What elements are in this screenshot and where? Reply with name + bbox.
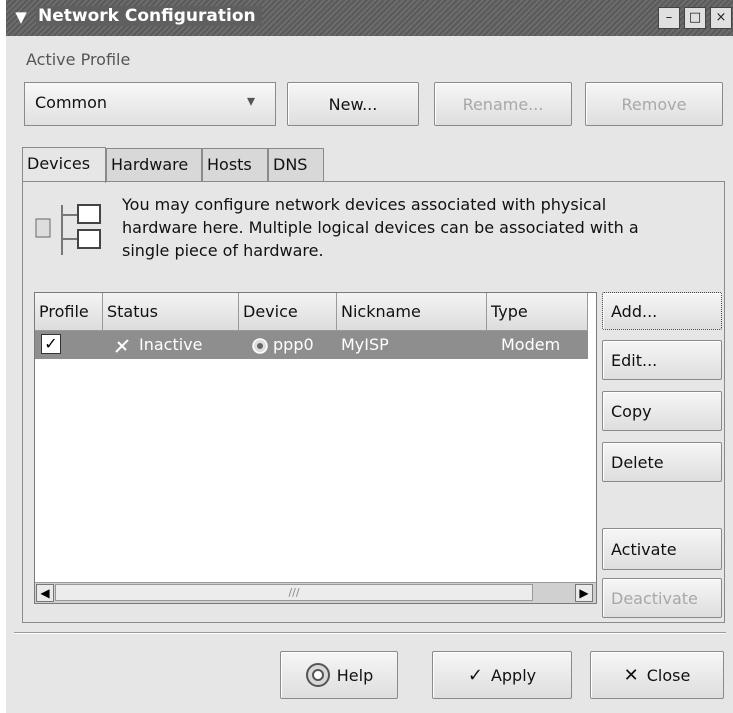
- window-menu-icon[interactable]: ▼: [10, 8, 32, 28]
- modem-icon: [252, 338, 268, 354]
- tab-dns[interactable]: DNS: [268, 148, 324, 182]
- add-device-button[interactable]: Add...: [602, 292, 722, 330]
- apply-button[interactable]: ✓ Apply: [432, 651, 572, 699]
- devices-info-text: You may configure network devices associ…: [122, 195, 639, 260]
- checkmark-icon: ✓: [467, 664, 483, 686]
- help-button-label: Help: [336, 665, 374, 685]
- activate-device-button[interactable]: Activate: [602, 528, 722, 570]
- chevron-down-icon: ▾: [247, 91, 256, 110]
- profile-select-value: Common: [35, 93, 108, 112]
- scroll-thumb[interactable]: ///: [55, 584, 533, 601]
- window-title: Network Configuration: [36, 6, 262, 26]
- close-icon: ✕: [623, 664, 639, 686]
- new-profile-button[interactable]: New...: [287, 82, 419, 126]
- device-status: Inactive: [139, 335, 203, 354]
- inactive-status-icon: [115, 339, 129, 353]
- close-window-button[interactable]: ×: [710, 7, 732, 29]
- profile-select[interactable]: Common ▾: [24, 82, 276, 126]
- delete-device-button[interactable]: Delete: [602, 442, 722, 482]
- deactivate-device-button[interactable]: Deactivate: [602, 578, 722, 618]
- profile-checkbox[interactable]: ✓: [41, 334, 61, 354]
- edit-device-button[interactable]: Edit...: [602, 340, 722, 380]
- close-button[interactable]: ✕ Close: [590, 651, 724, 699]
- column-header-nickname[interactable]: Nickname: [337, 293, 487, 331]
- footer-divider: [14, 632, 726, 634]
- network-hardware-icon: [35, 204, 101, 255]
- help-button[interactable]: Help: [280, 651, 398, 699]
- active-profile-label: Active Profile: [26, 50, 131, 69]
- tab-hardware[interactable]: Hardware: [106, 148, 202, 182]
- horizontal-scrollbar[interactable]: ◀ /// ▶: [35, 582, 596, 603]
- title-bar[interactable]: ▼ Network Configuration – □ ×: [6, 0, 733, 36]
- column-header-profile[interactable]: Profile: [35, 293, 103, 331]
- device-name: ppp0: [273, 335, 314, 354]
- scroll-left-icon[interactable]: ◀: [36, 584, 54, 602]
- maximize-button[interactable]: □: [684, 7, 706, 29]
- column-header-type[interactable]: Type: [487, 293, 588, 331]
- tab-devices[interactable]: Devices: [22, 147, 106, 183]
- device-type: Modem: [501, 335, 561, 354]
- column-header-status[interactable]: Status: [103, 293, 239, 331]
- scroll-right-icon[interactable]: ▶: [575, 584, 593, 602]
- column-header-device[interactable]: Device: [239, 293, 337, 331]
- apply-button-label: Apply: [490, 665, 537, 685]
- copy-device-button[interactable]: Copy: [602, 391, 722, 431]
- network-configuration-window: ▼ Network Configuration – □ × Active Pro…: [6, 0, 733, 713]
- tab-hosts[interactable]: Hosts: [202, 148, 268, 182]
- table-row[interactable]: ✓ Inactive ppp0 MyISP Modem: [35, 331, 588, 359]
- device-nickname: MyISP: [341, 335, 389, 354]
- device-list[interactable]: Profile Status Device Nickname Type ✓ In…: [34, 292, 597, 604]
- minimize-button[interactable]: –: [658, 7, 680, 29]
- rename-profile-button[interactable]: Rename...: [434, 82, 572, 126]
- remove-profile-button[interactable]: Remove: [585, 82, 723, 126]
- help-icon: [305, 663, 330, 687]
- close-button-label: Close: [646, 665, 691, 685]
